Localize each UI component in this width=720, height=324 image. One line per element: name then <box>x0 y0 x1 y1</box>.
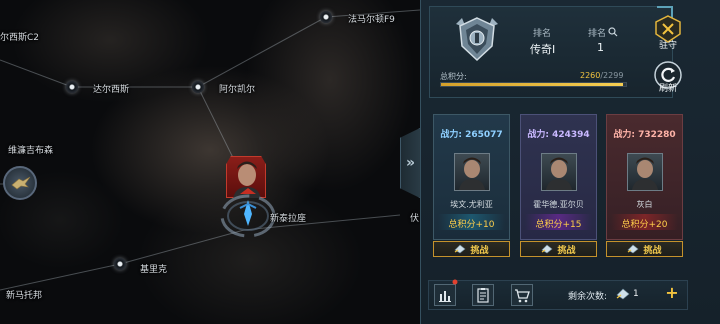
avatar <box>541 153 577 191</box>
legend-rank-emblem-icon <box>456 17 498 62</box>
double-chevron-right-icon: » <box>405 155 416 171</box>
shopping-cart-icon <box>515 289 530 303</box>
total-score-fill <box>441 83 623 86</box>
collapse-panel-tab[interactable]: » <box>400 128 420 198</box>
ticket-icon <box>616 288 630 300</box>
opponent-power: 战力: 265077 <box>440 130 503 140</box>
rank-header: 排名 <box>533 29 552 39</box>
system-node-jilike[interactable] <box>114 258 126 270</box>
total-score-progress <box>440 82 627 87</box>
system-label-daerxisi: 达尔西斯 <box>93 85 130 95</box>
opponent-card-3[interactable]: 战力: 732280 灰白 总积分+20 <box>606 114 683 240</box>
challenge-label: 挑战 <box>470 245 489 256</box>
system-label-weilianjibusen: 维濂吉布森 <box>8 146 54 156</box>
total-score-value: 2260/2299 <box>580 71 624 80</box>
faction-badge[interactable] <box>3 166 37 200</box>
system-node-aerkaier[interactable] <box>192 81 204 93</box>
system-label-xintailazuo: 新泰拉座 <box>270 214 307 224</box>
search-icon[interactable] <box>608 27 618 37</box>
opponent-power: 战力: 424394 <box>527 130 590 140</box>
opponent-score-bonus: 总积分+10 <box>448 220 495 230</box>
map-lanes <box>0 9 420 291</box>
system-label-fu: 伏 <box>410 214 420 224</box>
notification-dot-icon <box>452 279 458 285</box>
avatar <box>627 153 663 191</box>
system-node-famaerdun[interactable] <box>320 11 332 23</box>
opponent-name: 埃文.尤利亚 <box>450 200 493 209</box>
rank-tier-value: 传奇Ⅰ <box>530 43 556 56</box>
opponent-card-2[interactable]: 战力: 424394 霍华德.亚尔贝 总积分+15 <box>520 114 597 240</box>
system-label-aerxisi: 尔西斯C2 <box>0 33 40 43</box>
opponent-portrait-icon <box>459 157 485 190</box>
ranking-chart-button[interactable] <box>434 284 456 306</box>
system-label-famaerdun: 法马尔顿F9 <box>348 15 395 25</box>
rank-header-search: 排名 <box>588 29 607 39</box>
clipboard-icon <box>477 288 489 303</box>
system-node-daerxisi[interactable] <box>66 81 78 93</box>
total-score-label: 总积分: <box>440 72 467 81</box>
star-map[interactable]: 法马尔顿F9 尔西斯C2 达尔西斯 阿尔凯尔 维濂吉布森 新泰拉座 伏 基里克 … <box>0 0 420 324</box>
avatar <box>454 153 490 191</box>
system-label-jilike: 基里克 <box>140 265 168 275</box>
remaining-attempts-label: 剩余次数: <box>568 292 608 302</box>
challenge-button-3[interactable]: 挑战 <box>606 241 683 257</box>
opponent-portrait-icon <box>632 157 658 190</box>
bottom-toolbar <box>428 280 688 310</box>
rank-number-value: 1 <box>597 41 604 54</box>
refresh-label: 刷新 <box>658 84 677 94</box>
challenge-label: 挑战 <box>643 245 662 256</box>
remaining-attempts-value: 1 <box>633 289 639 299</box>
ticket-icon <box>455 244 466 254</box>
ticket-icon <box>628 244 639 254</box>
opponent-score-bonus: 总积分+15 <box>535 220 582 230</box>
opponent-power: 战力: 732280 <box>613 130 676 140</box>
opponent-score-bonus: 总积分+20 <box>621 220 668 230</box>
opponent-name: 灰白 <box>636 200 653 209</box>
shop-button[interactable] <box>511 284 533 306</box>
opponent-portrait-icon <box>546 157 572 190</box>
add-attempts-button[interactable]: + <box>664 283 680 302</box>
bar-chart-icon <box>439 291 451 302</box>
challenge-label: 挑战 <box>557 245 576 256</box>
opponent-name: 霍华德.亚尔贝 <box>533 200 584 209</box>
challenge-button-1[interactable]: 挑战 <box>433 241 510 257</box>
battle-log-button[interactable] <box>472 284 494 306</box>
challenge-button-2[interactable]: 挑战 <box>520 241 597 257</box>
opponent-card-1[interactable]: 战力: 265077 埃文.尤利亚 总积分+10 <box>433 114 510 240</box>
plus-icon: + <box>665 283 679 302</box>
system-label-aerkaier: 阿尔凯尔 <box>219 85 256 95</box>
garrison-label: 驻守 <box>658 41 677 51</box>
system-label-xinmatuobang: 新马托邦 <box>6 291 43 301</box>
ticket-icon <box>542 244 553 254</box>
eagle-icon <box>11 176 31 190</box>
